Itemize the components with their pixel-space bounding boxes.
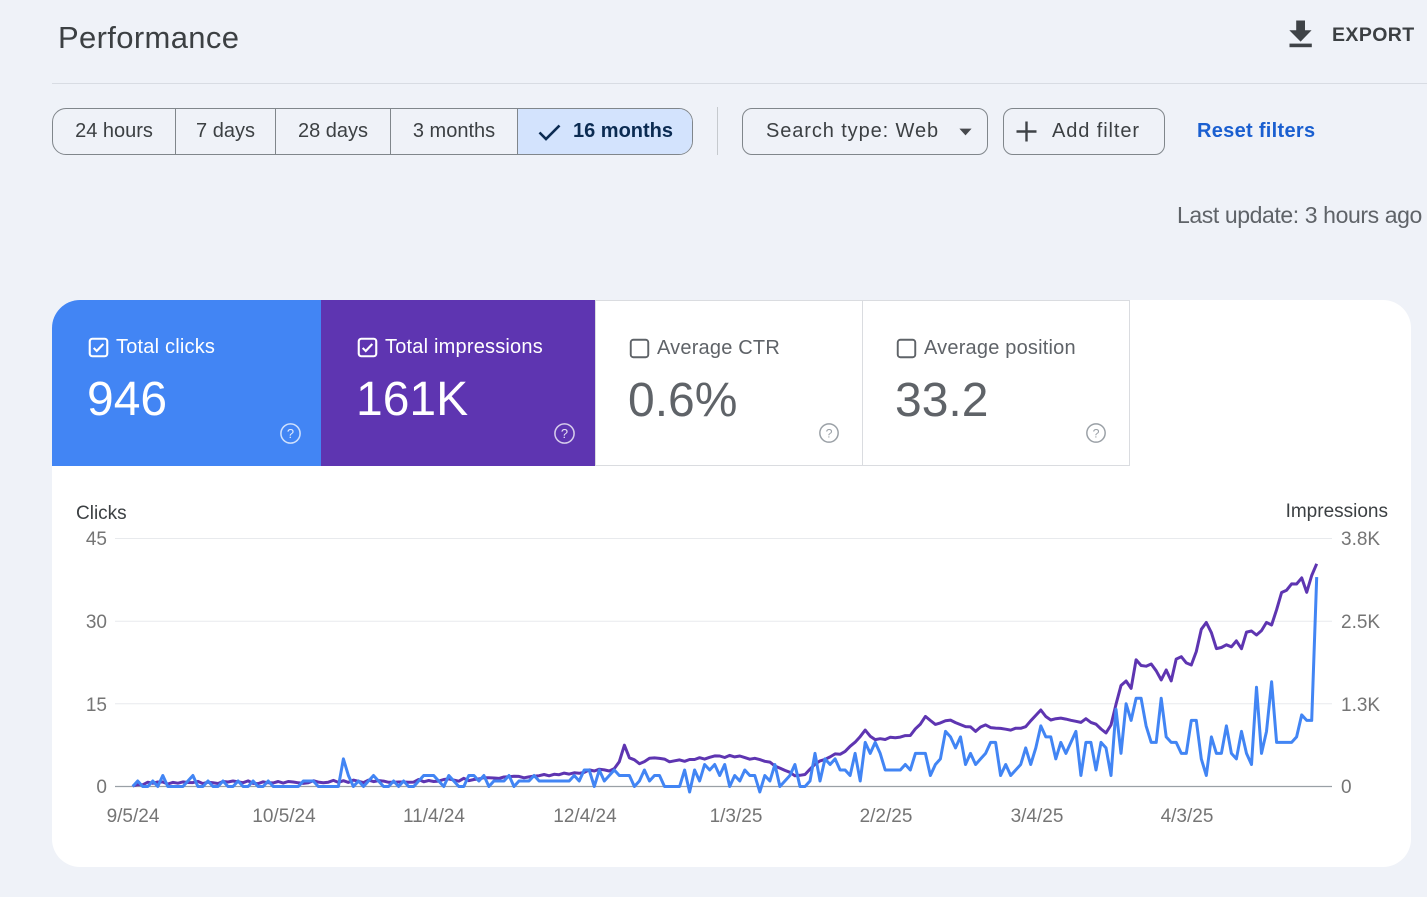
svg-text:2.5K: 2.5K — [1341, 612, 1380, 633]
svg-text:45: 45 — [86, 529, 107, 550]
svg-text:?: ? — [826, 426, 833, 440]
svg-text:?: ? — [561, 426, 568, 441]
svg-text:2/2/25: 2/2/25 — [860, 806, 913, 827]
svg-text:0: 0 — [96, 777, 107, 798]
svg-text:4/3/25: 4/3/25 — [1161, 806, 1214, 827]
svg-text:Impressions: Impressions — [1286, 501, 1388, 522]
svg-text:1/3/25: 1/3/25 — [710, 806, 763, 827]
svg-text:10/5/24: 10/5/24 — [252, 806, 316, 827]
svg-text:15: 15 — [86, 695, 107, 716]
svg-text:1.3K: 1.3K — [1341, 695, 1380, 716]
svg-text:3/4/25: 3/4/25 — [1011, 806, 1064, 827]
svg-text:12/4/24: 12/4/24 — [553, 806, 617, 827]
svg-text:11/4/24: 11/4/24 — [403, 806, 465, 827]
svg-text:30: 30 — [86, 612, 107, 633]
svg-text:?: ? — [287, 426, 294, 441]
svg-text:0: 0 — [1341, 777, 1352, 798]
svg-text:Clicks: Clicks — [76, 503, 127, 524]
svg-text:3.8K: 3.8K — [1341, 529, 1380, 550]
svg-text:9/5/24: 9/5/24 — [107, 806, 160, 827]
svg-text:?: ? — [1093, 426, 1100, 440]
